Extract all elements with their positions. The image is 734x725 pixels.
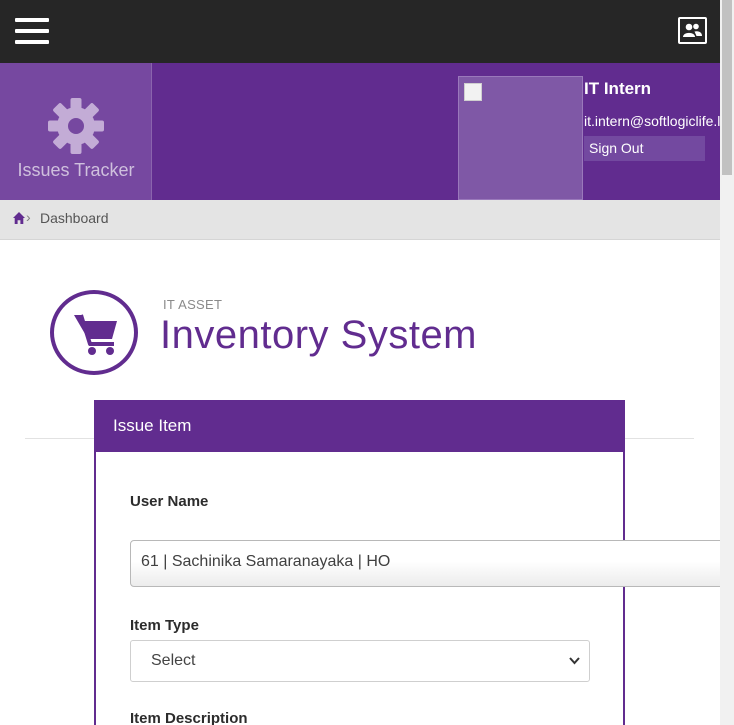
page-subtitle: IT ASSET bbox=[163, 297, 223, 312]
app-header: Issues Tracker IT Intern it.intern@softl… bbox=[0, 63, 720, 200]
broken-image-icon bbox=[464, 83, 482, 101]
brand-tile[interactable]: Issues Tracker bbox=[0, 63, 152, 200]
contacts-card-icon[interactable] bbox=[678, 17, 707, 44]
user-name-input[interactable]: 61 | Sachinika Samaranayaka | HO bbox=[130, 540, 730, 587]
page-scrollbar[interactable] bbox=[720, 0, 734, 725]
breadcrumb: › Dashboard bbox=[0, 200, 720, 240]
brand-label: Issues Tracker bbox=[17, 160, 135, 180]
item-type-label: Item Type bbox=[130, 617, 199, 634]
scrollbar-thumb[interactable] bbox=[722, 0, 732, 175]
item-description-label: Item Description bbox=[130, 710, 248, 725]
item-type-selected: Select bbox=[151, 652, 196, 669]
gear-icon bbox=[48, 98, 104, 154]
home-icon[interactable] bbox=[12, 211, 26, 225]
item-type-select[interactable]: Select bbox=[130, 640, 590, 682]
breadcrumb-current[interactable]: Dashboard bbox=[40, 210, 109, 226]
user-name: IT Intern bbox=[584, 79, 652, 98]
sign-out-button[interactable]: Sign Out bbox=[584, 136, 705, 161]
shopping-cart-icon bbox=[74, 314, 117, 355]
hamburger-menu-icon[interactable] bbox=[15, 18, 49, 44]
chevron-down-icon bbox=[569, 657, 580, 665]
user-name-label: User Name bbox=[130, 493, 209, 510]
top-navbar bbox=[0, 0, 720, 63]
page-title: Inventory System bbox=[160, 313, 478, 357]
user-email: it.intern@softlogiclife.lk bbox=[584, 113, 720, 129]
user-avatar bbox=[458, 76, 583, 200]
panel-header: Issue Item bbox=[96, 402, 623, 452]
page-icon-circle bbox=[50, 290, 138, 375]
breadcrumb-separator-icon: › bbox=[26, 209, 31, 225]
